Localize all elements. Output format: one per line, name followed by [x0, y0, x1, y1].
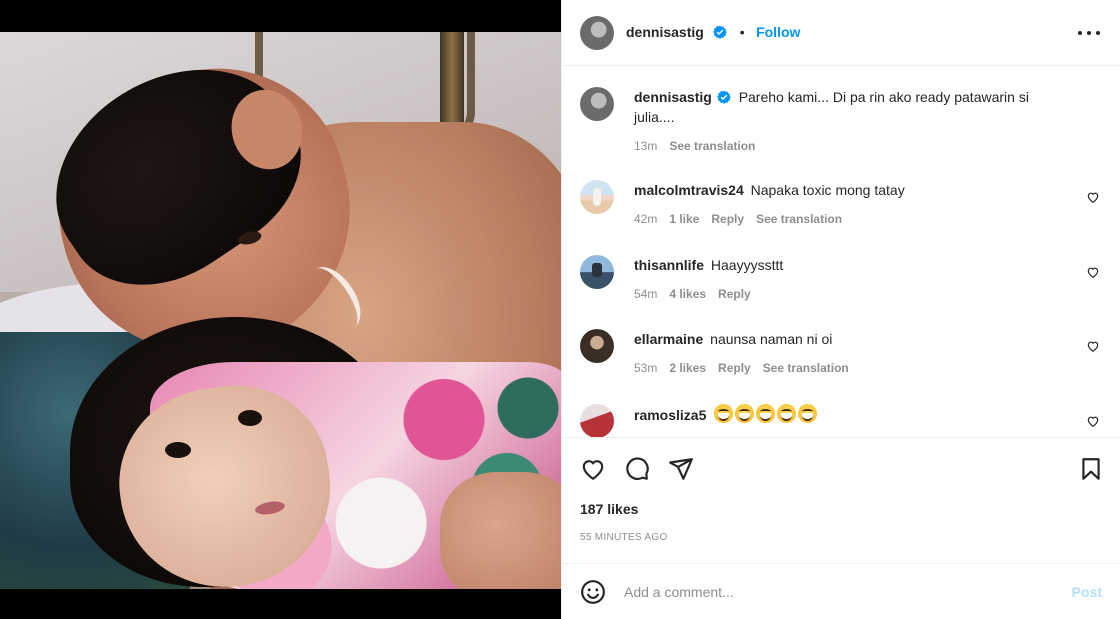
follow-button[interactable]: Follow — [756, 24, 800, 40]
laughing-emoji-icon — [735, 404, 755, 423]
comment-time: 54m — [634, 287, 658, 301]
comment-username[interactable]: malcolmtravis24 — [634, 182, 744, 198]
see-translation-link[interactable]: See translation — [669, 136, 755, 156]
comment-text: naunsa naman ni oi — [710, 331, 833, 347]
verified-badge-icon — [716, 90, 731, 104]
verified-badge-icon — [713, 25, 728, 39]
comment-text: Haayyyssttt — [710, 257, 784, 273]
comment-text: Napaka toxic mong tatay — [750, 182, 905, 198]
header-separator: • — [739, 23, 745, 40]
author-avatar[interactable] — [580, 87, 614, 121]
comment-username[interactable]: ellarmaine — [634, 331, 703, 347]
commenter-avatar[interactable] — [580, 329, 614, 363]
see-translation-link[interactable]: See translation — [763, 358, 849, 378]
photo-hand — [440, 472, 561, 589]
post-header: dennisastig • Follow — [562, 0, 1120, 66]
likes-count[interactable]: 187 likes — [580, 501, 638, 517]
comment-input[interactable] — [624, 583, 1044, 600]
comment-item: ellarmaine naunsa naman ni oi 53m 2 like… — [580, 329, 1100, 378]
reply-button[interactable]: Reply — [718, 284, 751, 304]
comment-likes[interactable]: 4 likes — [669, 284, 706, 304]
author-username[interactable]: dennisastig — [626, 24, 704, 40]
reply-button[interactable]: Reply — [718, 358, 751, 378]
comment-item: malcolmtravis24 Napaka toxic mong tatay … — [580, 180, 1100, 229]
comments-list[interactable]: dennisastig Pareho kami... Di pa rin ako… — [562, 67, 1120, 437]
heart-icon[interactable] — [1086, 190, 1100, 204]
caption-time: 13m — [634, 139, 658, 153]
heart-icon[interactable] — [1086, 339, 1100, 353]
heart-icon[interactable] — [1086, 265, 1100, 279]
comment-item: thisannlife Haayyyssttt 54m 4 likes Repl… — [580, 255, 1100, 304]
post-timestamp: 55 MINUTES AGO — [580, 532, 668, 543]
post-panel: dennisastig • Follow dennisastig Pareho … — [561, 0, 1120, 619]
author-avatar[interactable] — [580, 15, 614, 50]
comment-time: 42m — [634, 212, 658, 226]
post-actions: 187 likes 55 MINUTES AGO — [562, 437, 1120, 563]
see-translation-link[interactable]: See translation — [756, 209, 842, 229]
comment-username[interactable]: ramosliza5 — [634, 407, 706, 423]
comment-item: ramosliza5 😂😂😂😂😂 — [580, 404, 1100, 437]
bookmark-icon[interactable] — [1078, 456, 1104, 482]
caption-username[interactable]: dennisastig — [634, 89, 712, 105]
commenter-avatar[interactable] — [580, 404, 614, 437]
post-photo[interactable] — [0, 32, 561, 589]
commenter-avatar[interactable] — [580, 255, 614, 289]
comment-likes[interactable]: 2 likes — [669, 358, 706, 378]
post-media — [0, 0, 561, 619]
laughing-emoji-icon — [798, 404, 818, 423]
emoji-icon[interactable] — [580, 579, 606, 605]
laughing-emoji-icon — [777, 404, 797, 423]
heart-icon[interactable] — [580, 456, 606, 482]
laughing-emoji-icon — [714, 404, 734, 423]
comment-likes[interactable]: 1 like — [669, 209, 699, 229]
laughing-emoji-icons — [714, 404, 818, 423]
comment-bubble-icon[interactable] — [624, 456, 650, 482]
comment-time: 53m — [634, 361, 658, 375]
photo-girl-eye — [238, 410, 262, 426]
commenter-avatar[interactable] — [580, 180, 614, 214]
comment-composer: Post — [562, 563, 1120, 619]
photo-girl-eye — [165, 442, 191, 458]
heart-icon[interactable] — [1086, 414, 1100, 428]
post-button[interactable]: Post — [1072, 584, 1102, 600]
paper-plane-icon[interactable] — [668, 456, 694, 482]
comment-username[interactable]: thisannlife — [634, 257, 704, 273]
reply-button[interactable]: Reply — [711, 209, 744, 229]
laughing-emoji-icon — [756, 404, 776, 423]
post-caption: dennisastig Pareho kami... Di pa rin ako… — [580, 87, 1100, 156]
more-options-icon[interactable] — [1078, 22, 1100, 44]
